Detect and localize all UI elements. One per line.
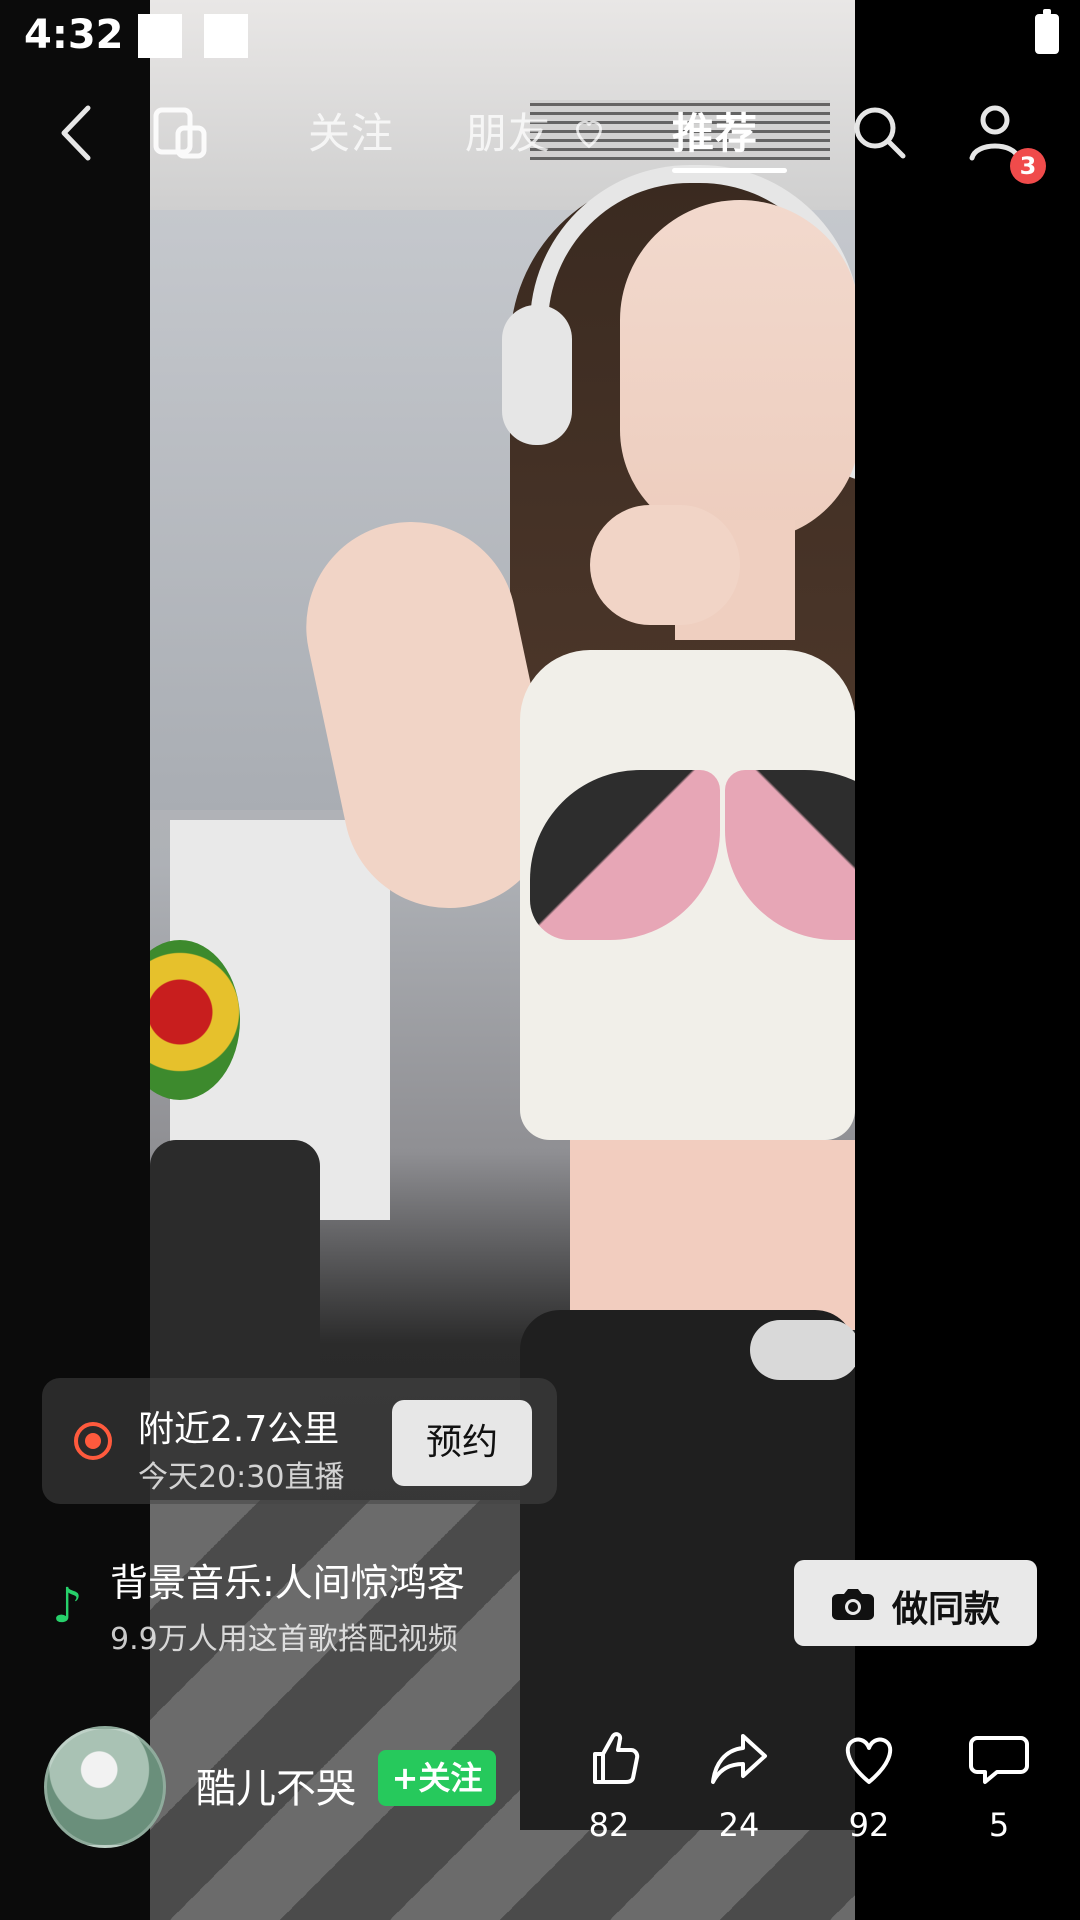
video-headphone-left [502,305,572,445]
avatar[interactable] [44,1726,166,1848]
thumbs-up-icon [593,1732,640,1784]
music-title: 背景音乐:人间惊鸿客 [110,1561,465,1605]
top-nav: 关注 朋友 推荐 3 [0,80,1080,190]
video-hand [590,505,740,625]
share-icon [711,1734,767,1784]
favorite-button[interactable]: 92 [814,1720,924,1870]
live-title: 附近2.7公里 [138,1409,340,1450]
status-square-icon [138,14,182,58]
notification-badge: 3 [1010,148,1046,184]
tab-following[interactable]: 关注 [308,100,394,161]
make-same-label: 做同款 [892,1589,1001,1630]
status-square-icon [204,14,248,58]
comment-button[interactable]: 5 [944,1720,1054,1870]
share-button[interactable]: 24 [684,1720,794,1870]
tab-active-indicator [672,168,787,173]
heart-icon [571,112,607,161]
make-same-button[interactable]: 做同款 [794,1560,1037,1646]
reserve-button[interactable]: 预约 [392,1400,532,1486]
tab-friends-label: 朋友 [465,109,552,158]
music-subtitle: 9.9万人用这首歌搭配视频 [110,1622,458,1657]
bottom-bar: 酷儿不哭 +关注 82 24 92 5 [0,1720,1080,1890]
video-buckle [750,1320,855,1380]
status-time: 4:32 [24,12,124,58]
nearby-live-card[interactable]: 附近2.7公里 今天20:30直播 预约 [42,1378,557,1504]
share-count: 24 [718,1806,760,1844]
heart-icon [845,1737,893,1784]
favorite-count: 92 [848,1806,890,1844]
background-music[interactable]: ♪ 背景音乐:人间惊鸿客 9.9万人用这首歌搭配视频 [52,1552,772,1672]
video-belly [570,1140,855,1330]
camera-icon [832,1589,874,1620]
battery-icon [1035,9,1059,54]
tab-friends[interactable]: 朋友 [465,100,607,161]
search-icon[interactable] [845,98,915,168]
devices-icon[interactable] [150,98,220,168]
back-icon[interactable] [44,98,114,168]
like-button[interactable]: 82 [554,1720,664,1870]
live-record-icon [74,1422,112,1460]
author-name[interactable]: 酷儿不哭 [196,1756,356,1814]
live-subtitle: 今天20:30直播 [138,1460,345,1495]
comment-icon [969,1736,1029,1784]
follow-button[interactable]: +关注 [378,1750,496,1806]
status-bar: 4:32 [0,0,1080,78]
like-count: 82 [588,1806,630,1844]
comment-count: 5 [988,1806,1010,1844]
video-face [620,200,855,540]
tab-recommended[interactable]: 推荐 [672,100,758,161]
music-note-icon: ♪ [52,1578,83,1634]
